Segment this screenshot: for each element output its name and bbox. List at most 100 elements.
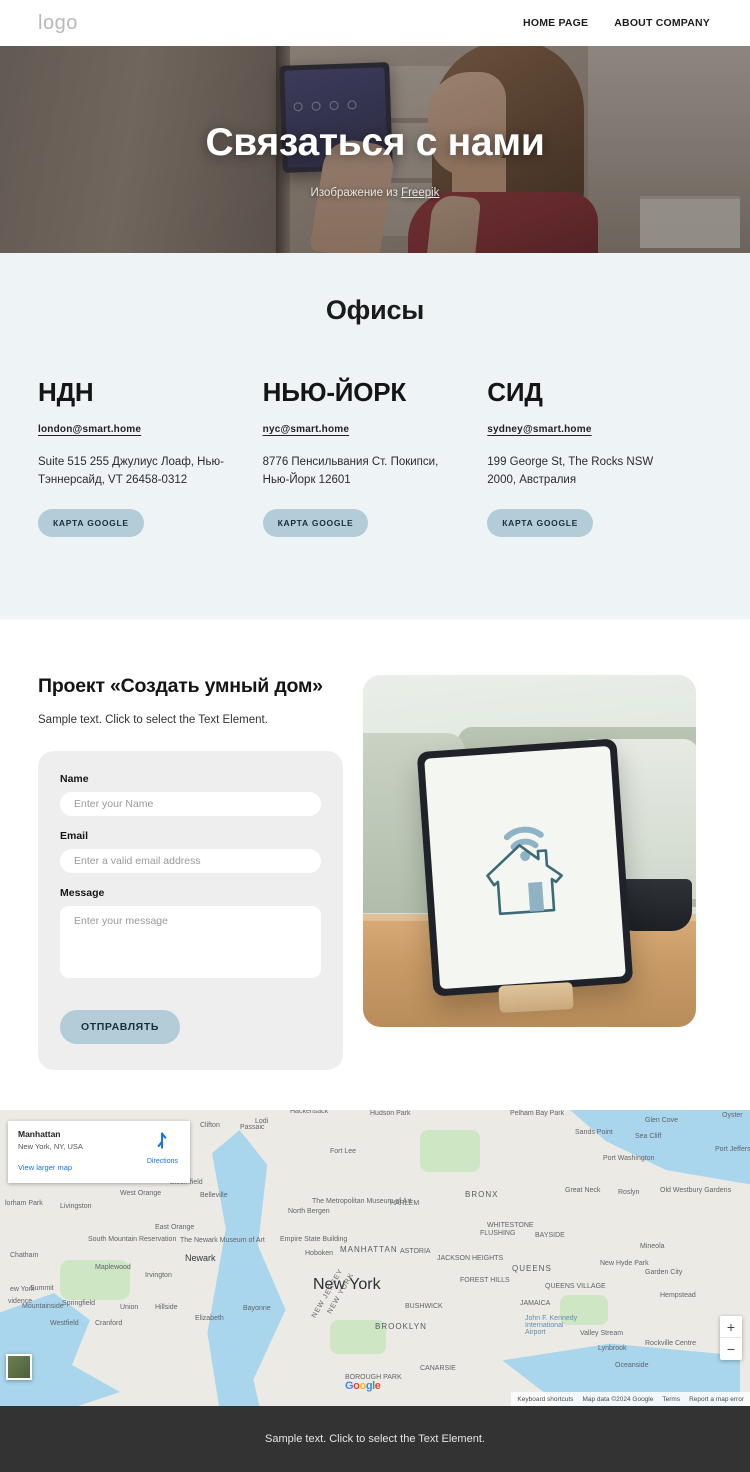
map-label: ew York bbox=[10, 1286, 35, 1293]
office-card-new-york: НЬЮ-ЙОРК nyc@smart.home 8776 Пенсильвани… bbox=[262, 377, 488, 537]
map-label: CANARSIE bbox=[420, 1365, 456, 1372]
map-label: Westfield bbox=[50, 1320, 79, 1327]
nav-item-home-page[interactable]: HOME PAGE bbox=[523, 17, 588, 29]
map-info-card[interactable]: Manhattan New York, NY, USA View larger … bbox=[8, 1121, 190, 1183]
google-map-button[interactable]: КАРТА GOOGLE bbox=[38, 508, 144, 537]
map-label: Bayonne bbox=[243, 1305, 271, 1312]
map-label: Union bbox=[120, 1304, 139, 1311]
map-label: BROOKLYN bbox=[375, 1322, 427, 1331]
map-label: The Newark Museum of Art bbox=[180, 1237, 265, 1244]
map-label: John F. Kennedy International Airport bbox=[525, 1315, 578, 1336]
offices-grid: НДН london@smart.home Suite 515 255 Джул… bbox=[0, 379, 750, 537]
map-label: MANHATTAN bbox=[340, 1245, 398, 1254]
map-label: Lynbrook bbox=[598, 1345, 627, 1352]
map-label: Passaic bbox=[240, 1124, 265, 1131]
map-label: Lodi bbox=[255, 1118, 269, 1125]
map-label: Valley Stream bbox=[580, 1330, 624, 1337]
project-title: Проект «Создать умный дом» bbox=[38, 675, 323, 697]
map-label: FLUSHING bbox=[480, 1230, 516, 1237]
office-city-name: НДН bbox=[38, 377, 94, 407]
hero-title: Связаться с нами bbox=[205, 121, 545, 165]
site-header: logo HOME PAGE ABOUT COMPANY bbox=[0, 0, 750, 46]
map-label: Clifton bbox=[200, 1122, 220, 1129]
office-address: Suite 515 255 Джулиус Лоаф, Нью-Тэннерса… bbox=[38, 456, 224, 486]
map-label: Sands Point bbox=[575, 1129, 613, 1136]
map-label: Hackensack bbox=[290, 1110, 329, 1115]
directions-label: Directions bbox=[146, 1158, 178, 1165]
map-label: Maplewood bbox=[95, 1264, 131, 1271]
map-label: Newark bbox=[185, 1253, 216, 1263]
map-label: Livingston bbox=[60, 1203, 92, 1210]
keyboard-shortcuts-link[interactable]: Keyboard shortcuts bbox=[517, 1396, 573, 1403]
zoom-in-button[interactable]: + bbox=[720, 1316, 742, 1338]
map-label: Mineola bbox=[640, 1243, 665, 1250]
map-label: lorham Park bbox=[5, 1200, 43, 1207]
map-label: Hudson Park bbox=[370, 1110, 411, 1117]
main-nav: HOME PAGE ABOUT COMPANY bbox=[523, 17, 710, 29]
name-label: Name bbox=[60, 773, 89, 785]
office-address: 199 George St, The Rocks NSW 2000, Австр… bbox=[487, 456, 654, 486]
map-data-text: Map data ©2024 Google bbox=[582, 1395, 654, 1403]
map-label: WHITESTONE bbox=[487, 1222, 534, 1229]
contact-form: Name Email Message ОТПРАВЛЯТЬ bbox=[38, 751, 343, 1070]
message-field-group: Message bbox=[60, 887, 321, 983]
submit-button[interactable]: ОТПРАВЛЯТЬ bbox=[60, 1010, 180, 1044]
directions-button[interactable]: Directions bbox=[147, 1131, 178, 1165]
map-label: QUEENS VILLAGE bbox=[545, 1283, 606, 1290]
email-input[interactable] bbox=[60, 849, 321, 873]
map-label: vidence bbox=[8, 1298, 33, 1305]
hero-section: Связаться с нами Изображение из Freepik bbox=[0, 46, 750, 253]
map-label: Chatham bbox=[10, 1252, 39, 1259]
map-label: The Metropolitan Museum of Art bbox=[312, 1198, 412, 1205]
project-section: Проект «Создать умный дом» Sample text. … bbox=[0, 619, 750, 1110]
map-label: BUSHWICK bbox=[405, 1303, 443, 1310]
name-field-group: Name bbox=[60, 773, 321, 816]
office-email-link[interactable]: nyc@smart.home bbox=[263, 424, 349, 435]
map-zoom-controls[interactable]: + − bbox=[720, 1316, 742, 1360]
report-error-link[interactable]: Report a map error bbox=[689, 1396, 744, 1403]
map-label: Garden City bbox=[645, 1269, 683, 1276]
map-label: JAMAICA bbox=[520, 1300, 551, 1307]
directions-icon bbox=[158, 1132, 167, 1149]
map-label: BRONX bbox=[465, 1190, 499, 1199]
office-card-sydney: СИД sydney@smart.home 199 George St, The… bbox=[487, 379, 712, 537]
email-label: Email bbox=[60, 830, 89, 842]
map-label: Glen Cove bbox=[645, 1117, 679, 1124]
map-label: New Hyde Park bbox=[600, 1260, 649, 1267]
map-label: Hoboken bbox=[305, 1250, 334, 1257]
project-subtitle: Sample text. Click to select the Text El… bbox=[38, 714, 268, 726]
office-city-name: НЬЮ-ЙОРК bbox=[262, 377, 407, 407]
map-label: Fort Lee bbox=[330, 1148, 357, 1155]
map-label: Roslyn bbox=[618, 1189, 640, 1196]
freepik-link[interactable]: Freepik bbox=[401, 187, 439, 199]
map-label: South Mountain Reservation bbox=[88, 1236, 177, 1243]
map-label: Oceanside bbox=[615, 1362, 649, 1369]
map-label: QUEENS bbox=[512, 1264, 552, 1273]
logo[interactable]: logo bbox=[38, 12, 78, 35]
terms-link[interactable]: Terms bbox=[662, 1396, 680, 1403]
google-map-button[interactable]: КАРТА GOOGLE bbox=[487, 508, 594, 537]
map-label: Great Neck bbox=[565, 1187, 601, 1194]
map-label: Port Washington bbox=[603, 1155, 655, 1162]
map-label: Springfield bbox=[62, 1300, 96, 1307]
satellite-thumbnail-toggle[interactable] bbox=[6, 1354, 32, 1380]
smart-home-tablet-image bbox=[363, 675, 696, 1027]
map-label: West Orange bbox=[120, 1190, 162, 1197]
google-map-button[interactable]: КАРТА GOOGLE bbox=[262, 508, 369, 537]
map-label: Rockville Centre bbox=[645, 1340, 696, 1347]
map-label: Hempstead bbox=[660, 1292, 696, 1299]
name-input[interactable] bbox=[60, 792, 321, 816]
office-email-link[interactable]: london@smart.home bbox=[38, 424, 141, 435]
zoom-out-button[interactable]: − bbox=[720, 1338, 742, 1360]
map-label: North Bergen bbox=[288, 1208, 330, 1215]
nav-item-about-company[interactable]: ABOUT COMPANY bbox=[614, 17, 710, 29]
office-address: 8776 Пенсильвания Ст. Покипси, Нью-Йорк … bbox=[262, 456, 439, 486]
map-label: Irvington bbox=[145, 1272, 172, 1279]
map-section[interactable]: New York Newark BROOKLYN MANHATTAN QUEENS BRO… bbox=[0, 1110, 750, 1406]
map-label: Empire State Building bbox=[280, 1236, 348, 1243]
site-footer: Sample text. Click to select the Text El… bbox=[0, 1406, 750, 1472]
office-email-link[interactable]: sydney@smart.home bbox=[487, 424, 591, 435]
message-textarea[interactable] bbox=[60, 906, 321, 978]
map-label: BAYSIDE bbox=[535, 1232, 565, 1239]
offices-section: Офисы НДН london@smart.home Suite 515 25… bbox=[0, 253, 750, 619]
